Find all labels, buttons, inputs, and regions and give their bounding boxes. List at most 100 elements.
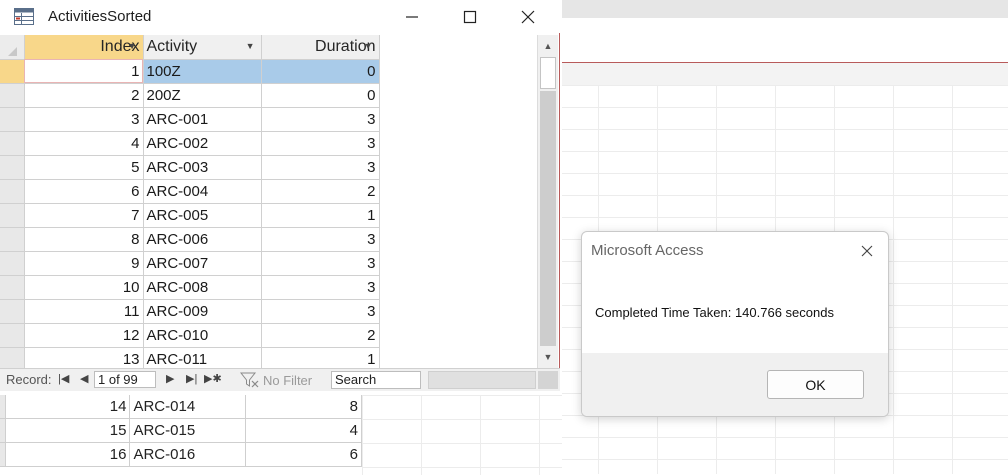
cell-index[interactable]: 8 — [24, 227, 144, 252]
scroll-up-icon[interactable]: ▲ — [538, 37, 558, 55]
row-selector[interactable] — [0, 179, 25, 204]
vertical-scrollbar[interactable]: ▲ ▼ — [537, 35, 558, 368]
cell-activity[interactable]: ARC-002 — [143, 131, 262, 156]
table-row[interactable]: 15 ARC-015 4 — [0, 418, 362, 443]
column-header-duration[interactable]: Duration ▼ — [261, 35, 380, 60]
resize-grip[interactable] — [538, 371, 558, 389]
cell-duration[interactable]: 1 — [261, 347, 380, 368]
cell-index[interactable]: 3 — [24, 107, 144, 132]
cell-index[interactable]: 15 — [5, 418, 131, 443]
close-button[interactable] — [499, 0, 557, 33]
cell-duration[interactable]: 8 — [245, 395, 362, 419]
cell-activity[interactable]: ARC-011 — [143, 347, 262, 368]
column-header-index[interactable]: Index ▼ — [24, 35, 144, 60]
cell-index[interactable]: 5 — [24, 155, 144, 180]
chevron-down-icon[interactable]: ▼ — [128, 41, 137, 51]
cell-activity[interactable]: ARC-004 — [143, 179, 262, 204]
search-input[interactable]: Search — [331, 371, 421, 389]
cell-index[interactable]: 4 — [24, 131, 144, 156]
new-record-icon[interactable]: ▶✱ — [204, 372, 222, 385]
row-selector[interactable] — [0, 83, 25, 108]
cell-index[interactable]: 6 — [24, 179, 144, 204]
chevron-down-icon[interactable]: ▼ — [246, 41, 255, 51]
cell-duration[interactable]: 2 — [261, 323, 380, 348]
table-row[interactable]: 8 ARC-006 3 — [0, 227, 380, 252]
table-row[interactable]: 16 ARC-016 6 — [0, 442, 362, 467]
cell-duration[interactable]: 4 — [245, 418, 362, 443]
cell-index[interactable]: 12 — [24, 323, 144, 348]
cell-duration[interactable]: 6 — [245, 442, 362, 467]
cell-index[interactable]: 11 — [24, 299, 144, 324]
cell-duration[interactable]: 0 — [261, 59, 380, 84]
select-all-corner[interactable] — [0, 35, 25, 60]
cell-duration[interactable]: 3 — [261, 131, 380, 156]
cell-duration[interactable]: 3 — [261, 107, 380, 132]
last-record-icon[interactable]: ▶| — [186, 372, 197, 385]
cell-activity[interactable]: ARC-003 — [143, 155, 262, 180]
first-record-icon[interactable]: |◀ — [58, 372, 69, 385]
no-filter-button[interactable]: No Filter — [240, 372, 312, 388]
row-selector[interactable] — [0, 347, 25, 368]
scroll-thumb[interactable] — [540, 57, 556, 89]
row-selector[interactable] — [0, 275, 25, 300]
table-row[interactable]: 11 ARC-009 3 — [0, 299, 380, 324]
cell-index[interactable]: 7 — [24, 203, 144, 228]
table-row[interactable]: 12 ARC-010 2 — [0, 323, 380, 348]
window-titlebar[interactable]: ActivitiesSorted — [0, 0, 560, 33]
cell-index[interactable]: 9 — [24, 251, 144, 276]
dialog-close-button[interactable] — [856, 241, 878, 261]
scroll-down-icon[interactable]: ▼ — [538, 348, 558, 366]
cell-index[interactable]: 13 — [24, 347, 144, 368]
cell-index[interactable]: 10 — [24, 275, 144, 300]
row-selector[interactable] — [0, 107, 25, 132]
cell-duration[interactable]: 0 — [261, 83, 380, 108]
cell-duration[interactable]: 3 — [261, 275, 380, 300]
row-selector[interactable] — [0, 299, 25, 324]
cell-activity[interactable]: 100Z — [143, 59, 262, 84]
table-row[interactable]: 2 200Z 0 — [0, 83, 380, 108]
table-row[interactable]: 7 ARC-005 1 — [0, 203, 380, 228]
table-row[interactable]: 5 ARC-003 3 — [0, 155, 380, 180]
cell-duration[interactable]: 3 — [261, 155, 380, 180]
cell-index[interactable]: 16 — [5, 442, 131, 467]
cell-activity[interactable]: ARC-007 — [143, 251, 262, 276]
row-selector[interactable] — [0, 323, 25, 348]
cell-activity[interactable]: ARC-009 — [143, 299, 262, 324]
cell-activity[interactable]: ARC-005 — [143, 203, 262, 228]
table-row[interactable]: 9 ARC-007 3 — [0, 251, 380, 276]
cell-activity[interactable]: ARC-016 — [129, 442, 247, 467]
minimize-button[interactable] — [383, 0, 441, 33]
table-row[interactable]: 14 ARC-014 8 — [0, 395, 362, 419]
cell-duration[interactable]: 3 — [261, 251, 380, 276]
table-row[interactable]: 13 ARC-011 1 — [0, 347, 380, 368]
next-record-icon[interactable]: ▶ — [166, 372, 174, 385]
row-selector[interactable] — [0, 155, 25, 180]
scroll-track[interactable] — [540, 91, 556, 346]
table-row[interactable]: 1 100Z 0 — [0, 59, 380, 84]
table-row[interactable]: 10 ARC-008 3 — [0, 275, 380, 300]
cell-index[interactable]: 14 — [5, 395, 131, 419]
horizontal-scrollbar[interactable] — [428, 371, 536, 389]
cell-index[interactable]: 1 — [24, 59, 144, 84]
column-header-activity[interactable]: Activity ▼ — [143, 35, 262, 60]
cell-duration[interactable]: 1 — [261, 203, 380, 228]
table-row[interactable]: 3 ARC-001 3 — [0, 107, 380, 132]
row-selector[interactable] — [0, 203, 25, 228]
cell-activity[interactable]: ARC-015 — [129, 418, 247, 443]
record-position-input[interactable]: 1 of 99 — [94, 371, 156, 388]
cell-duration[interactable]: 3 — [261, 299, 380, 324]
ok-button[interactable]: OK — [767, 370, 864, 399]
cell-duration[interactable]: 3 — [261, 227, 380, 252]
cell-activity[interactable]: 200Z — [143, 83, 262, 108]
cell-activity[interactable]: ARC-008 — [143, 275, 262, 300]
cell-activity[interactable]: ARC-014 — [129, 395, 247, 419]
cell-activity[interactable]: ARC-001 — [143, 107, 262, 132]
row-selector[interactable] — [0, 59, 25, 84]
row-selector[interactable] — [0, 251, 25, 276]
cell-duration[interactable]: 2 — [261, 179, 380, 204]
cell-activity[interactable]: ARC-006 — [143, 227, 262, 252]
cell-index[interactable]: 2 — [24, 83, 144, 108]
table-row[interactable]: 4 ARC-002 3 — [0, 131, 380, 156]
maximize-button[interactable] — [441, 0, 499, 33]
previous-record-icon[interactable]: ◀ — [80, 372, 88, 385]
